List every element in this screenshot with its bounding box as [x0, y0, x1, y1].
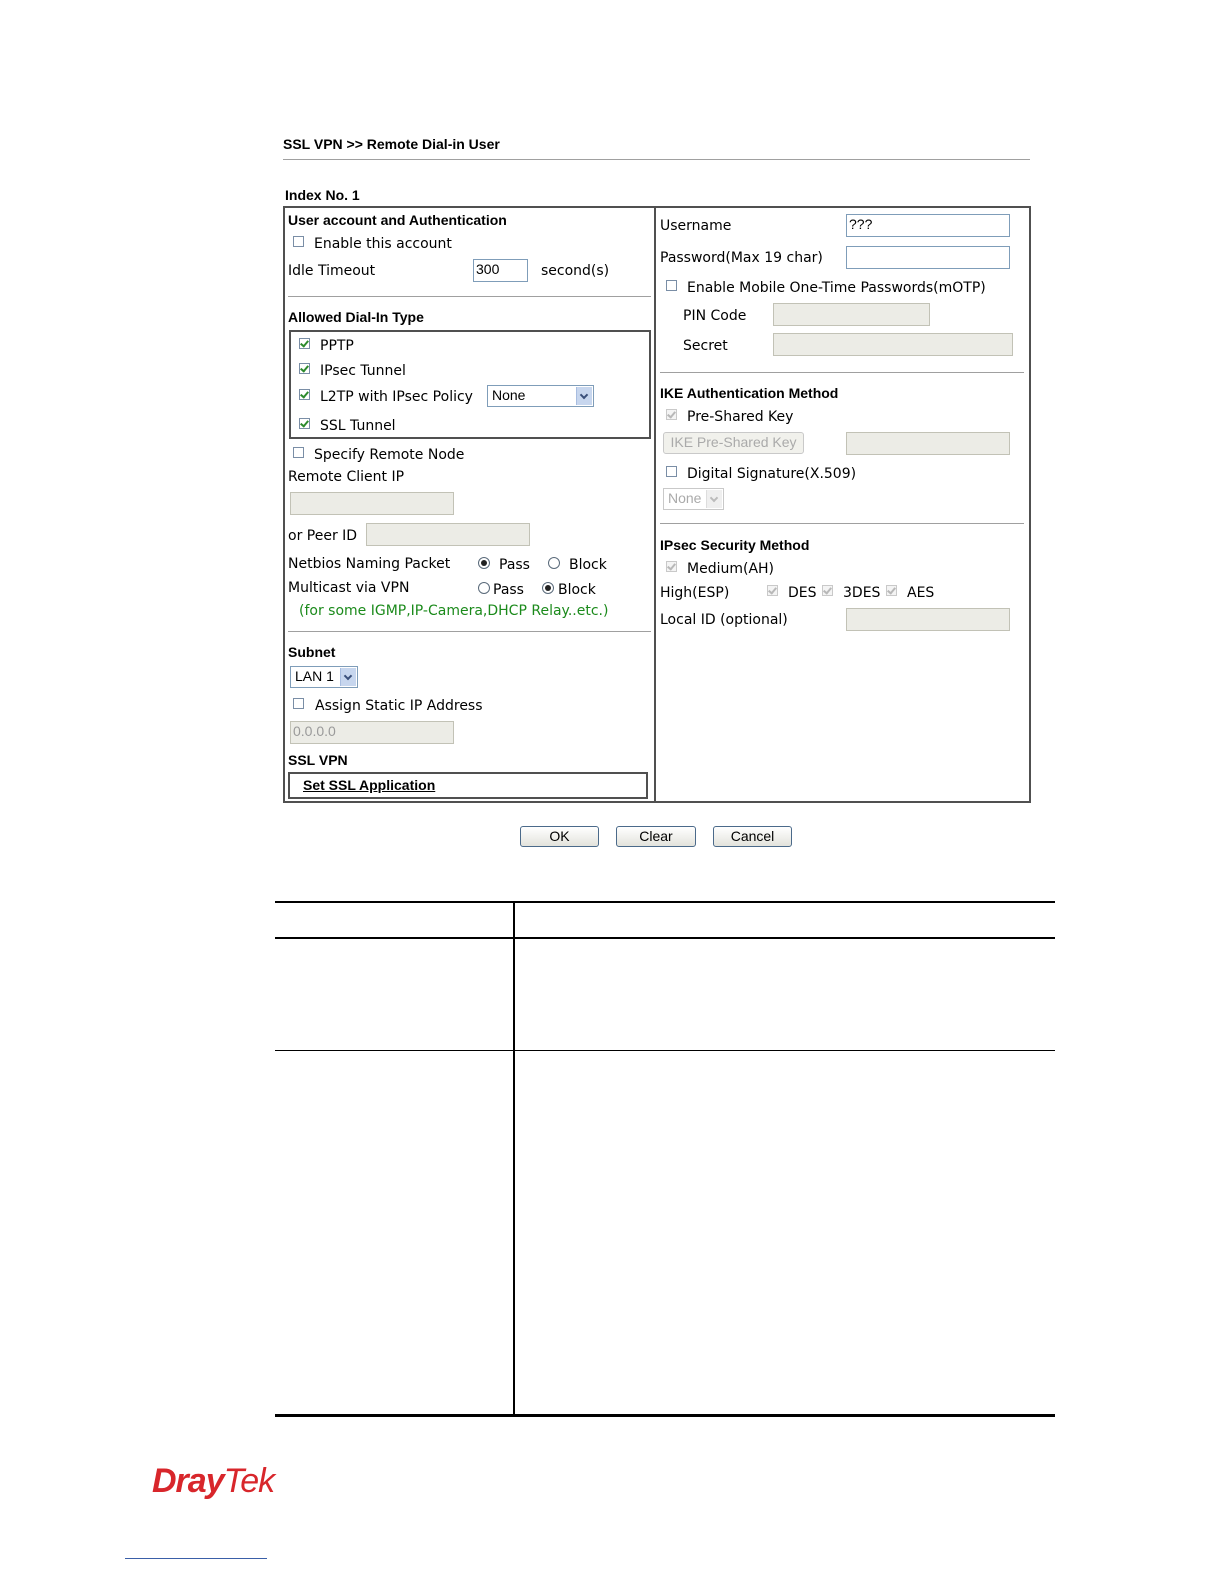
des-label: DES [788, 585, 817, 601]
pin-code-label: PIN Code [683, 308, 747, 324]
title-divider [283, 159, 1030, 160]
cancel-button[interactable]: Cancel [713, 826, 792, 847]
column-divider [654, 206, 656, 803]
multicast-pass-label: Pass [493, 582, 524, 598]
password-input[interactable] [846, 246, 1010, 269]
multicast-block-label: Block [558, 582, 596, 598]
ssl-tunnel-label: SSL Tunnel [320, 418, 396, 434]
chevron-down-icon [340, 668, 356, 686]
assign-static-checkbox[interactable] [293, 698, 304, 709]
ok-button[interactable]: OK [520, 826, 599, 847]
table-column-divider [513, 901, 515, 1416]
pptp-label: PPTP [320, 338, 354, 354]
peer-id-input[interactable] [366, 523, 530, 546]
pptp-checkbox[interactable] [299, 338, 310, 349]
multicast-note: (for some IGMP,IP-Camera,DHCP Relay..etc… [299, 603, 609, 619]
section-subnet: Subnet [288, 644, 336, 660]
index-label: Index No. 1 [285, 187, 360, 203]
ipsec-tunnel-label: IPsec Tunnel [320, 363, 406, 379]
ike-pre-shared-key-input[interactable] [846, 432, 1010, 455]
l2tp-label: L2TP with IPsec Policy [320, 389, 473, 405]
remote-client-ip-input[interactable] [290, 492, 454, 515]
netbios-block-label: Block [569, 557, 607, 573]
l2tp-policy-value: None [492, 387, 526, 403]
table-row-border [275, 1050, 1055, 1051]
netbios-pass-radio[interactable] [478, 557, 490, 569]
idle-timeout-unit: second(s) [541, 263, 610, 279]
table-bottom-border [275, 1414, 1055, 1417]
aes-label: AES [907, 585, 935, 601]
section-user-account: User account and Authentication [288, 212, 507, 228]
secret-label: Secret [683, 338, 728, 354]
specify-remote-node-label: Specify Remote Node [314, 447, 465, 463]
assign-static-label: Assign Static IP Address [315, 698, 483, 714]
peer-id-label: or Peer ID [288, 528, 358, 544]
pre-shared-key-label: Pre-Shared Key [687, 409, 794, 425]
medium-ah-label: Medium(AH) [687, 561, 775, 577]
multicast-pass-radio[interactable] [478, 582, 490, 594]
enable-account-checkbox[interactable] [293, 236, 304, 247]
local-id-input[interactable] [846, 608, 1010, 631]
divider [288, 296, 651, 297]
ike-pre-shared-key-button[interactable]: IKE Pre-Shared Key [663, 432, 804, 454]
ipsec-tunnel-checkbox[interactable] [299, 363, 310, 374]
l2tp-checkbox[interactable] [299, 389, 310, 400]
draytek-logo: DrayTek [152, 1462, 276, 1501]
divider [288, 631, 651, 632]
subnet-select[interactable]: LAN 1 [290, 666, 358, 688]
idle-timeout-input[interactable]: 300 [473, 259, 528, 282]
3des-checkbox[interactable] [822, 585, 833, 596]
username-input[interactable]: ??? [846, 214, 1010, 237]
section-ssl-vpn: SSL VPN [288, 752, 348, 768]
divider [660, 372, 1024, 373]
divider [660, 523, 1024, 524]
3des-label: 3DES [843, 585, 881, 601]
secret-input[interactable] [773, 333, 1013, 356]
motp-checkbox[interactable] [666, 280, 677, 291]
enable-account-label: Enable this account [314, 236, 452, 252]
clear-button[interactable]: Clear [616, 826, 696, 847]
multicast-block-radio[interactable] [542, 582, 554, 594]
set-ssl-application-link[interactable]: Set SSL Application [303, 777, 435, 793]
section-dialin-type: Allowed Dial-In Type [288, 309, 424, 325]
aes-checkbox[interactable] [886, 585, 897, 596]
x509-select[interactable]: None [663, 488, 724, 510]
logo-dray: Dray [152, 1462, 225, 1500]
pre-shared-key-checkbox[interactable] [666, 409, 677, 420]
motp-label: Enable Mobile One-Time Passwords(mOTP) [687, 280, 986, 296]
table-top-border [275, 901, 1055, 903]
digital-signature-checkbox[interactable] [666, 466, 677, 477]
digital-signature-label: Digital Signature(X.509) [687, 466, 857, 482]
logo-tek: Tek [223, 1462, 276, 1500]
section-ipsec-security: IPsec Security Method [660, 537, 810, 553]
des-checkbox[interactable] [767, 585, 778, 596]
section-ike-auth: IKE Authentication Method [660, 385, 839, 401]
password-label: Password(Max 19 char) [660, 250, 823, 266]
pin-code-input[interactable] [773, 303, 930, 326]
netbios-label: Netbios Naming Packet [288, 556, 451, 572]
medium-ah-checkbox[interactable] [666, 561, 677, 572]
x509-select-value: None [668, 490, 702, 506]
l2tp-policy-select[interactable]: None [487, 385, 594, 407]
chevron-down-icon [706, 490, 722, 508]
ssl-tunnel-checkbox[interactable] [299, 418, 310, 429]
footer-rule [125, 1558, 267, 1559]
table-header-border [275, 937, 1055, 939]
specify-remote-node-checkbox[interactable] [293, 447, 304, 458]
netbios-pass-label: Pass [499, 557, 530, 573]
high-esp-label: High(ESP) [660, 585, 730, 601]
netbios-block-radio[interactable] [548, 557, 560, 569]
page-title: SSL VPN >> Remote Dial-in User [283, 136, 500, 152]
username-label: Username [660, 218, 732, 234]
local-id-label: Local ID (optional) [660, 612, 788, 628]
chevron-down-icon [576, 387, 592, 405]
idle-timeout-label: Idle Timeout [288, 263, 376, 279]
remote-client-ip-label: Remote Client IP [288, 469, 405, 485]
static-ip-input[interactable]: 0.0.0.0 [290, 721, 454, 744]
subnet-value: LAN 1 [295, 668, 334, 684]
multicast-label: Multicast via VPN [288, 580, 410, 596]
